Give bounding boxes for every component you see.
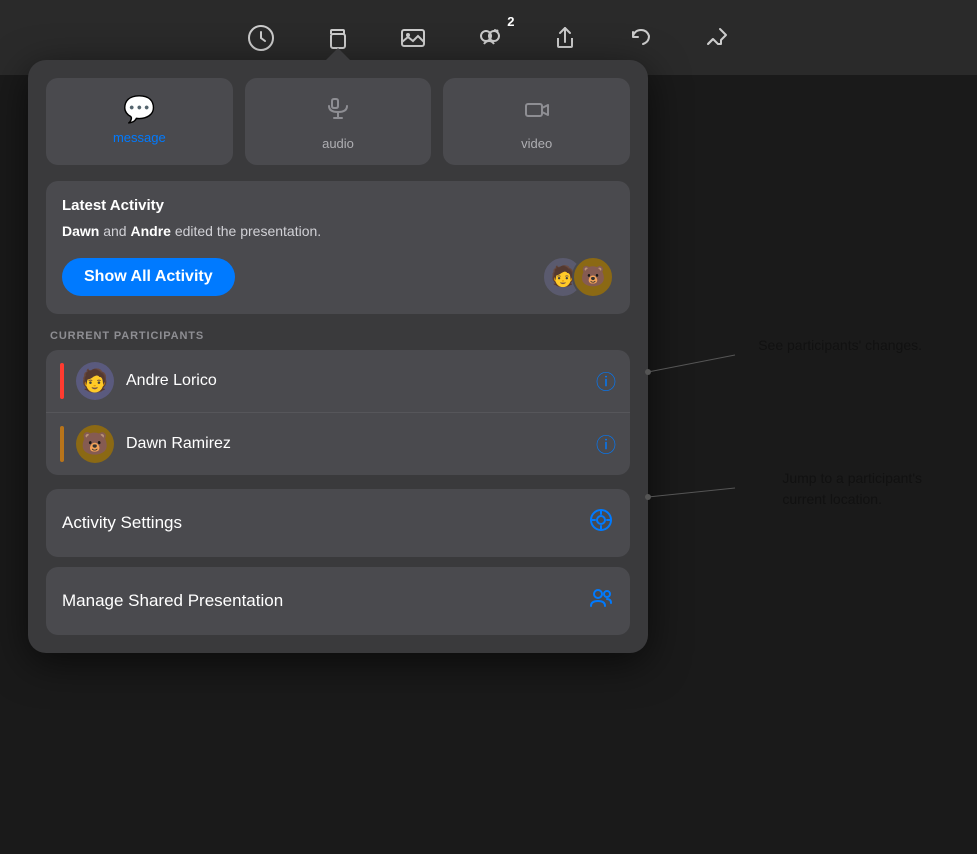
pin-icon[interactable] bbox=[699, 20, 735, 56]
message-button[interactable]: 💬 message bbox=[46, 78, 233, 165]
photo-icon[interactable] bbox=[395, 20, 431, 56]
show-all-activity-button[interactable]: Show All Activity bbox=[62, 258, 235, 296]
participant-name-2: Dawn Ramirez bbox=[126, 435, 584, 453]
undo-icon[interactable] bbox=[623, 20, 659, 56]
participants-list: 🧑 Andre Lorico ⓘ 🐻 Dawn Ramirez ⓘ bbox=[46, 350, 630, 475]
callout-2-text: Jump to a participant'scurrent location. bbox=[782, 470, 922, 507]
activity-suffix: edited the presentation. bbox=[171, 223, 321, 239]
manage-shared-row[interactable]: Manage Shared Presentation bbox=[46, 567, 630, 635]
activity-settings-label: Activity Settings bbox=[62, 513, 182, 533]
activity-settings-icon bbox=[588, 507, 614, 539]
activity-conjunction: and bbox=[99, 223, 130, 239]
participant-color-bar-1 bbox=[60, 363, 64, 399]
clock-icon[interactable] bbox=[243, 20, 279, 56]
participants-section-label: CURRENT PARTICIPANTS bbox=[46, 330, 630, 342]
participant-info-icon-2[interactable]: ⓘ bbox=[596, 429, 616, 458]
video-button[interactable]: video bbox=[443, 78, 630, 165]
manage-shared-icon bbox=[588, 585, 614, 617]
message-icon: 💬 bbox=[123, 96, 155, 122]
share-icon[interactable] bbox=[547, 20, 583, 56]
collab-icon[interactable]: 2 bbox=[471, 20, 507, 56]
participant-name-1: Andre Lorico bbox=[126, 372, 584, 390]
latest-activity-title: Latest Activity bbox=[62, 197, 614, 214]
activity-actions-row: Show All Activity 🧑 🐻 bbox=[62, 256, 614, 298]
callout-2: Jump to a participant'scurrent location. bbox=[782, 468, 922, 510]
video-icon bbox=[523, 96, 551, 128]
message-label: message bbox=[113, 130, 166, 145]
participant-color-bar-2 bbox=[60, 426, 64, 462]
audio-button[interactable]: audio bbox=[245, 78, 432, 165]
callout-1-text: See participants' changes. bbox=[758, 337, 922, 353]
comm-buttons-row: 💬 message audio video bbox=[46, 78, 630, 165]
manage-shared-label: Manage Shared Presentation bbox=[62, 591, 283, 611]
participant-avatar-1: 🧑 bbox=[76, 362, 114, 400]
activity-settings-row[interactable]: Activity Settings bbox=[46, 489, 630, 557]
audio-label: audio bbox=[322, 136, 354, 151]
audio-icon bbox=[324, 96, 352, 128]
callout-1: See participants' changes. bbox=[758, 335, 922, 356]
activity-avatars: 🧑 🐻 bbox=[542, 256, 614, 298]
participant-row[interactable]: 🧑 Andre Lorico ⓘ bbox=[46, 350, 630, 413]
latest-activity-section: Latest Activity Dawn and Andre edited th… bbox=[46, 181, 630, 314]
participant-info-icon-1[interactable]: ⓘ bbox=[596, 366, 616, 395]
popup-panel: 💬 message audio video bbox=[28, 60, 648, 653]
activity-person1: Dawn bbox=[62, 223, 99, 239]
activity-description: Dawn and Andre edited the presentation. bbox=[62, 222, 614, 242]
video-label: video bbox=[521, 136, 552, 151]
activity-person2: Andre bbox=[130, 223, 170, 239]
participant-avatar-2: 🐻 bbox=[76, 425, 114, 463]
collab-badge: 2 bbox=[507, 14, 514, 29]
participants-section: CURRENT PARTICIPANTS 🧑 Andre Lorico ⓘ 🐻 … bbox=[46, 330, 630, 475]
participant-row[interactable]: 🐻 Dawn Ramirez ⓘ bbox=[46, 413, 630, 475]
avatar-person2: 🐻 bbox=[572, 256, 614, 298]
